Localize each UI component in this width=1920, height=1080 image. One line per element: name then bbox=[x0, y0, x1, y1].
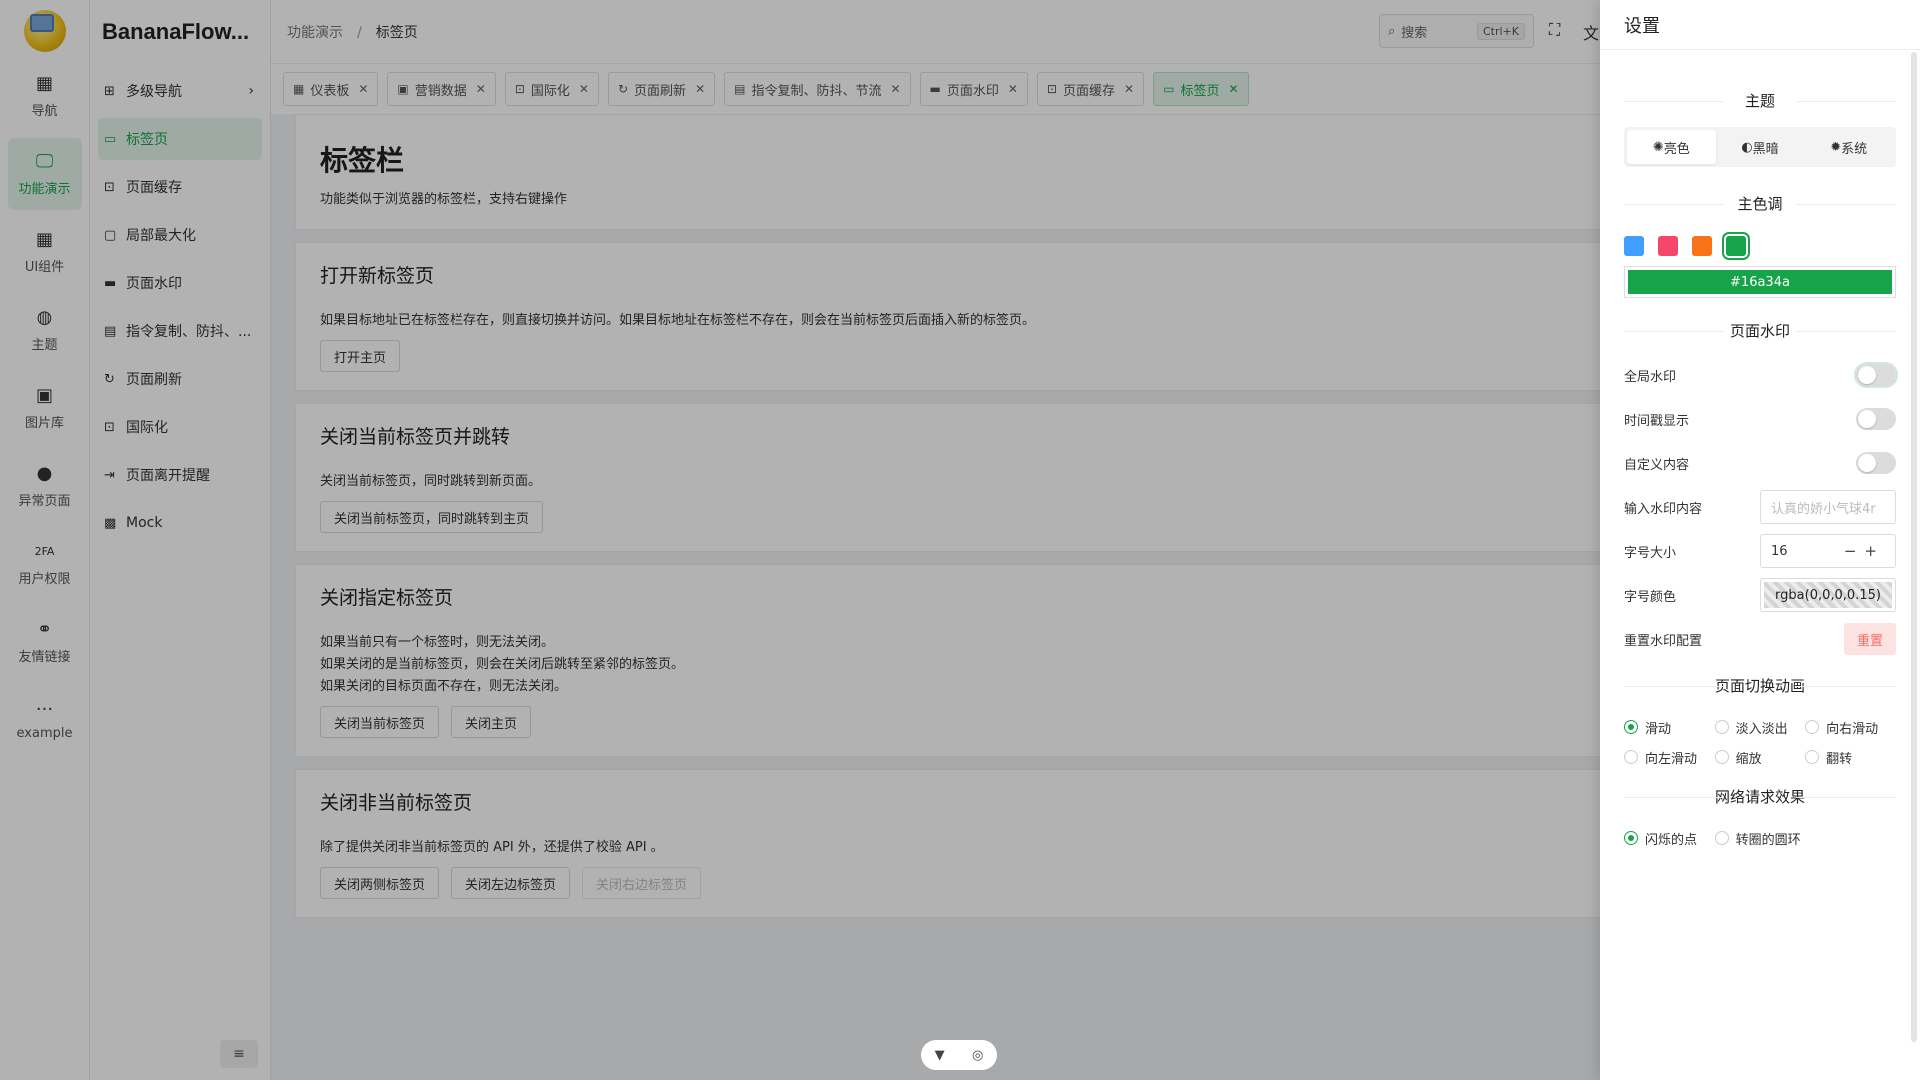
theme-mode-2[interactable]: ✹ 系统 bbox=[1804, 130, 1893, 164]
radio-label: 缩放 bbox=[1735, 751, 1762, 767]
theme-mode-icon: ✹ bbox=[1830, 139, 1842, 155]
radio-label: 转圈的圆环 bbox=[1735, 832, 1801, 848]
timestamp-row: 时间戳显示 bbox=[1624, 397, 1896, 441]
loading-options: 闪烁的点 转圈的圆环 bbox=[1624, 823, 1896, 853]
transition-options: 滑动 淡入淡出 向右滑动向左滑动 缩放 翻转 bbox=[1624, 712, 1896, 772]
theme-mode-label: 亮色 bbox=[1663, 141, 1690, 157]
global-watermark-switch[interactable] bbox=[1854, 362, 1898, 388]
radio-circle bbox=[1805, 720, 1820, 734]
watermark-content-input[interactable]: 认真的娇小气球4r bbox=[1760, 490, 1896, 524]
radio-option[interactable]: 淡入淡出 bbox=[1714, 712, 1806, 742]
reset-watermark-button[interactable]: 重置 bbox=[1843, 623, 1896, 655]
radio-circle bbox=[1624, 831, 1638, 845]
drawer-scrollbar[interactable] bbox=[1911, 52, 1917, 1042]
radio-option[interactable]: 缩放 bbox=[1714, 742, 1806, 772]
reset-watermark-row: 重置水印配置 重置 bbox=[1624, 617, 1896, 661]
color-swatch-2[interactable] bbox=[1692, 236, 1712, 256]
radio-option[interactable]: 滑动 bbox=[1624, 712, 1715, 742]
font-size-label: 字号大小 bbox=[1624, 545, 1677, 561]
theme-mode-icon: ◐ bbox=[1741, 139, 1753, 155]
radio-label: 滑动 bbox=[1645, 721, 1672, 737]
primary-color-heading: 主色调 bbox=[1624, 193, 1896, 214]
custom-content-row: 自定义内容 bbox=[1624, 441, 1896, 485]
font-color-label: 字号颜色 bbox=[1624, 589, 1677, 605]
timestamp-switch[interactable] bbox=[1856, 408, 1896, 430]
global-watermark-label: 全局水印 bbox=[1624, 369, 1677, 385]
radio-label: 向左滑动 bbox=[1645, 751, 1698, 767]
theme-mode-icon: ✺ bbox=[1652, 139, 1664, 155]
radio-circle bbox=[1624, 720, 1638, 734]
loading-heading: 网络请求效果 bbox=[1624, 786, 1896, 807]
font-color-picker[interactable]: rgba(0,0,0,0.15) bbox=[1760, 578, 1896, 612]
reset-watermark-label: 重置水印配置 bbox=[1624, 633, 1703, 649]
vue-icon[interactable]: ▼ bbox=[935, 1048, 945, 1063]
radio-label: 闪烁的点 bbox=[1645, 832, 1698, 848]
radio-circle bbox=[1714, 720, 1729, 734]
radio-option[interactable]: 闪烁的点 bbox=[1624, 823, 1715, 853]
theme-mode-1[interactable]: ◐ 黑暗 bbox=[1716, 130, 1805, 164]
radio-option[interactable]: 翻转 bbox=[1805, 742, 1896, 772]
settings-title: 设置 bbox=[1600, 0, 1920, 50]
decrement-icon[interactable]: − bbox=[1844, 542, 1865, 560]
primary-color-value: #16a34a bbox=[1628, 270, 1892, 294]
radio-circle bbox=[1714, 831, 1729, 845]
radio-circle bbox=[1714, 750, 1729, 764]
transition-heading: 页面切换动画 bbox=[1624, 675, 1896, 696]
font-color-row: 字号颜色 rgba(0,0,0,0.15) bbox=[1624, 573, 1896, 617]
watermark-heading: 页面水印 bbox=[1624, 320, 1896, 341]
radio-option[interactable]: 向左滑动 bbox=[1624, 742, 1715, 772]
devtools-pill[interactable]: ▼ ◎ bbox=[921, 1040, 997, 1070]
color-swatch-3[interactable] bbox=[1722, 232, 1750, 260]
global-watermark-row: 全局水印 bbox=[1624, 353, 1898, 397]
target-icon[interactable]: ◎ bbox=[972, 1048, 983, 1063]
radio-option[interactable]: 转圈的圆环 bbox=[1714, 823, 1806, 853]
custom-content-label: 自定义内容 bbox=[1624, 457, 1690, 473]
color-swatches bbox=[1624, 232, 1896, 260]
theme-mode-label: 系统 bbox=[1841, 141, 1868, 157]
font-color-value: rgba(0,0,0,0.15) bbox=[1764, 582, 1892, 608]
color-swatch-0[interactable] bbox=[1624, 236, 1644, 256]
font-size-stepper[interactable]: 16 −+ bbox=[1760, 534, 1896, 568]
radio-option[interactable]: 向右滑动 bbox=[1805, 712, 1896, 742]
font-size-value: 16 bbox=[1771, 543, 1788, 559]
timestamp-label: 时间戳显示 bbox=[1624, 413, 1690, 429]
primary-color-picker[interactable]: #16a34a bbox=[1624, 266, 1896, 298]
increment-icon[interactable]: + bbox=[1864, 542, 1885, 560]
radio-label: 向右滑动 bbox=[1826, 721, 1879, 737]
radio-label: 淡入淡出 bbox=[1735, 721, 1788, 737]
theme-mode-segment: ✺ 亮色 ◐ 黑暗 ✹ 系统 bbox=[1624, 127, 1896, 167]
radio-circle bbox=[1624, 750, 1638, 764]
theme-mode-label: 黑暗 bbox=[1752, 141, 1779, 157]
color-swatch-1[interactable] bbox=[1658, 236, 1678, 256]
watermark-content-label: 输入水印内容 bbox=[1624, 501, 1703, 517]
theme-mode-0[interactable]: ✺ 亮色 bbox=[1627, 130, 1716, 164]
font-size-row: 字号大小 16 −+ bbox=[1624, 529, 1896, 573]
custom-content-switch[interactable] bbox=[1856, 452, 1896, 474]
radio-label: 翻转 bbox=[1826, 751, 1853, 767]
radio-circle bbox=[1805, 750, 1820, 764]
watermark-content-row: 输入水印内容 认真的娇小气球4r bbox=[1624, 485, 1896, 529]
theme-heading: 主题 bbox=[1624, 90, 1896, 111]
settings-drawer: 设置 主题 ✺ 亮色 ◐ 黑暗 ✹ 系统 主色调 #16a34a 页面水印 全局水印… bbox=[1600, 0, 1920, 1080]
